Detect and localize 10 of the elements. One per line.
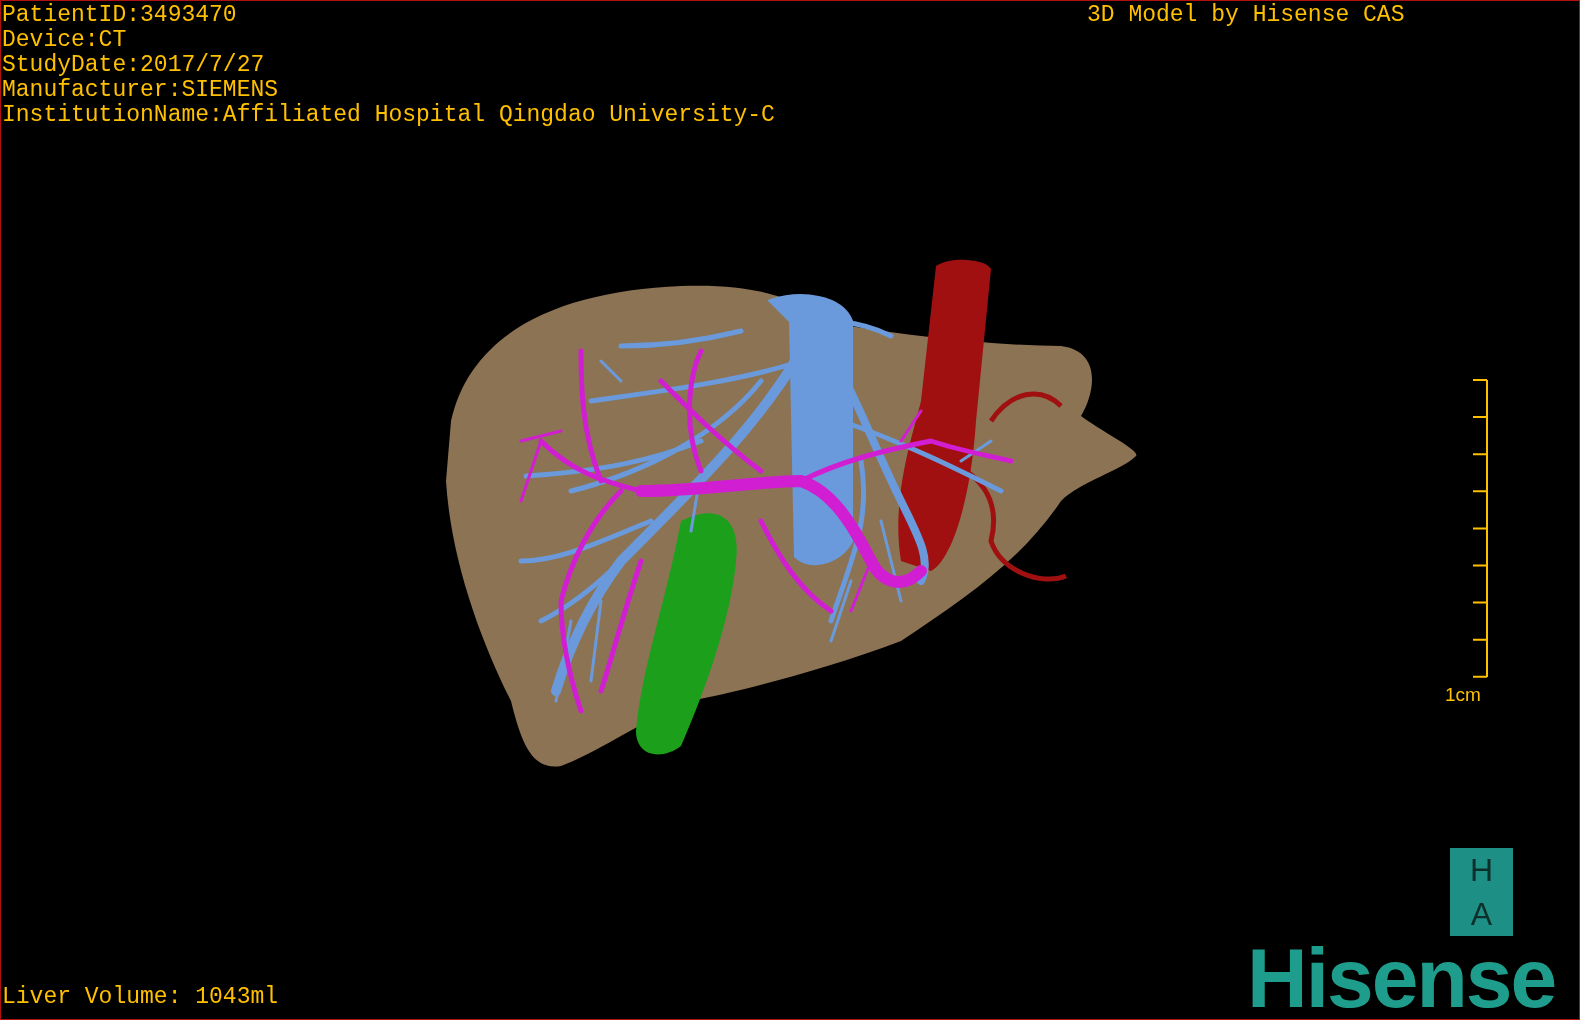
logo-text: Hisense — [1247, 936, 1556, 1020]
volume-text: Liver Volume: 1043ml — [2, 985, 279, 1010]
app-title: 3D Model by Hisense CAS — [1087, 3, 1405, 28]
info-text: Manufacturer:SIEMENS — [2, 78, 280, 103]
info-text: InstitutionName:Affiliated Hospital Qingdao University-C — [2, 103, 775, 128]
info-text: PatientID:3493470 — [2, 3, 238, 28]
info-text: StudyDate:2017/7/27 — [2, 53, 266, 78]
info-text: Device:CT — [2, 28, 128, 53]
scale-label: 1cm — [1445, 683, 1481, 707]
orientation-cube: H A — [1450, 848, 1513, 936]
